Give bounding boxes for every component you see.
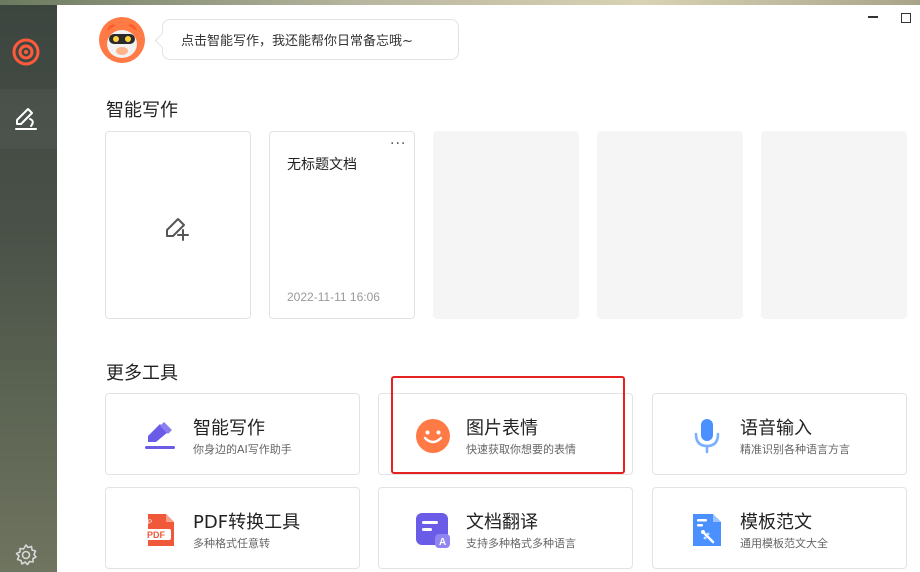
- svg-text:PDF: PDF: [147, 530, 166, 540]
- new-document-icon: [166, 218, 189, 241]
- tool-desc: 多种格式任意转: [193, 537, 270, 550]
- tool-name: 智能写作: [193, 418, 265, 439]
- tool-name: 模板范文: [740, 512, 812, 533]
- tool-desc: 你身边的AI写作助手: [193, 443, 292, 456]
- tool-pdf-convert[interactable]: P PDF PDF转换工具 多种格式任意转: [105, 487, 360, 569]
- tool-smart-writing[interactable]: 智能写作 你身边的AI写作助手: [105, 393, 360, 475]
- document-card[interactable]: ··· 无标题文档 2022-11-11 16:06: [269, 131, 415, 319]
- assistant-tip-bubble[interactable]: 点击智能写作，我还能帮你日常备忘哦~: [162, 19, 459, 60]
- pdf-icon: P PDF: [145, 514, 174, 546]
- tool-name: 文档翻译: [466, 512, 538, 533]
- empty-slot: [597, 131, 743, 319]
- highlight-box: [391, 376, 625, 474]
- tool-desc: 通用模板范文大全: [740, 537, 828, 550]
- assistant-avatar-icon[interactable]: [99, 17, 145, 63]
- section-title-tools: 更多工具: [106, 363, 178, 384]
- writing-nav-icon[interactable]: [13, 105, 39, 131]
- document-title: 无标题文档: [287, 157, 357, 173]
- app-logo-icon[interactable]: [12, 38, 40, 66]
- empty-slot: [433, 131, 579, 319]
- template-icon: [693, 514, 721, 546]
- svg-text:A: A: [439, 537, 446, 548]
- document-date: 2022-11-11 16:06: [287, 290, 380, 304]
- section-title-writing: 智能写作: [106, 100, 178, 121]
- tool-templates[interactable]: 模板范文 通用模板范文大全: [652, 487, 907, 569]
- tool-desc: 支持多种格式多种语言: [466, 537, 576, 550]
- more-options-icon[interactable]: ···: [390, 136, 406, 152]
- microphone-icon: [694, 419, 720, 454]
- main-panel: 点击智能写作，我还能帮你日常备忘哦~ 智能写作 ··· 无标题文档 2022-1…: [57, 5, 920, 572]
- tool-name: 语音输入: [740, 418, 812, 439]
- minimize-icon[interactable]: [868, 16, 878, 18]
- tool-desc: 精准识别各种语言方言: [740, 443, 850, 456]
- settings-gear-icon[interactable]: [13, 542, 39, 568]
- sidebar: [0, 5, 57, 572]
- maximize-icon[interactable]: [901, 13, 911, 23]
- tool-voice-input[interactable]: 语音输入 精准识别各种语言方言: [652, 393, 907, 475]
- tool-doc-translate[interactable]: A 文档翻译 支持多种格式多种语言: [378, 487, 633, 569]
- new-document-card[interactable]: [105, 131, 251, 319]
- empty-slot: [761, 131, 907, 319]
- pencil-icon: [145, 422, 175, 449]
- tool-name: PDF转换工具: [193, 512, 301, 533]
- assistant-tip-text: 点击智能写作，我还能帮你日常备忘哦~: [181, 34, 413, 49]
- svg-text:P: P: [148, 520, 152, 526]
- translate-icon: A: [416, 513, 450, 548]
